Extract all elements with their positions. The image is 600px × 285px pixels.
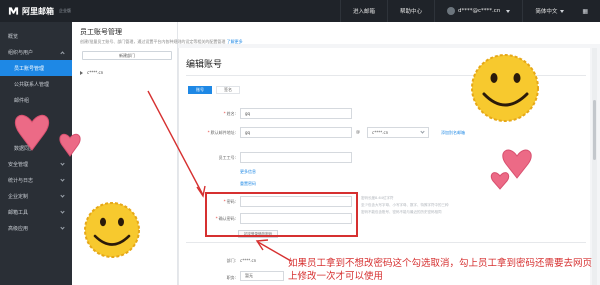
sidebar-item-label: 员工账号管理 xyxy=(14,65,45,72)
sidebar-item-mail-tools[interactable]: 邮箱工具 xyxy=(0,204,72,220)
sidebar-item-public-contacts[interactable]: 公共联系人管理 xyxy=(0,76,72,92)
chevron-down-icon xyxy=(60,192,65,198)
edit-account-card xyxy=(178,48,590,285)
email-local-input[interactable]: gq xyxy=(240,127,352,138)
annotation-highlight-box xyxy=(205,192,358,237)
sidebar-item-label: 概览 xyxy=(8,33,19,40)
divider xyxy=(186,75,586,76)
at-symbol: @ xyxy=(356,129,360,134)
email-domain-select[interactable]: c****.cn xyxy=(367,127,429,138)
page-title: 员工账号管理 xyxy=(80,28,122,36)
edit-account-title: 编辑账号 xyxy=(186,60,223,70)
password-hint-3: 密码不能包含账号、密码不能与最近的历史密码相同 xyxy=(361,210,442,214)
sidebar-item-org-users[interactable]: 组织与用户 xyxy=(0,44,72,60)
sidebar-item-data-sync[interactable]: 数据同步 xyxy=(0,140,72,156)
form-tabs: 账号 签名 xyxy=(188,86,240,94)
sidebar-item-label: 数据同步 xyxy=(14,145,35,152)
tab-signature[interactable]: 签名 xyxy=(216,86,240,94)
name-input[interactable]: gq xyxy=(240,108,352,119)
user-name: d****@c****.cn xyxy=(458,8,501,14)
chevron-up-icon xyxy=(60,50,65,56)
sidebar-item-advanced[interactable]: 高级应用 xyxy=(0,220,72,236)
help-center-link[interactable]: 帮助中心 xyxy=(387,0,434,22)
scrollbar-thumb[interactable] xyxy=(593,100,596,160)
password-hint-1: 密码长度8-64位字符 xyxy=(361,196,394,200)
enter-mailbox-link[interactable]: 进入邮箱 xyxy=(340,0,387,22)
language-label: 简体中文 xyxy=(535,9,558,15)
expand-icon[interactable] xyxy=(80,70,83,75)
language-select[interactable]: 简体中文 xyxy=(522,0,576,22)
sidebar-item-label: 高级应用 xyxy=(8,225,29,232)
department-label: 部门: xyxy=(226,258,236,263)
chevron-down-icon xyxy=(420,129,425,134)
department-tree-panel xyxy=(72,22,178,285)
divider xyxy=(186,242,586,243)
sidebar-item-employee-accounts[interactable]: 员工账号管理 xyxy=(0,60,72,76)
more-info-link[interactable]: 更多信息 xyxy=(240,169,256,175)
sidebar-item-customization[interactable]: 企业定制 xyxy=(0,188,72,204)
email-domain-value: c****.cn xyxy=(372,130,389,135)
chevron-down-icon xyxy=(560,9,565,13)
sidebar-item-mail-groups[interactable]: 邮件组 xyxy=(0,92,72,108)
chevron-down-icon xyxy=(60,208,65,214)
sidebar-item-overview[interactable]: 概览 xyxy=(0,28,72,44)
sidebar-item-label: 企业定制 xyxy=(8,193,29,200)
user-menu[interactable]: d****@c****.cn xyxy=(434,0,522,22)
scrollbar[interactable] xyxy=(592,48,597,285)
annotation-text: 如果员工拿到不想改密码这个勾选取消，勾上员工拿到密码还需要去网页上修改一次才可以… xyxy=(288,258,593,282)
title-input[interactable]: 暂无 xyxy=(240,271,284,281)
new-department-button[interactable]: 新建部门 xyxy=(82,51,172,60)
department-value: c****.cn xyxy=(240,258,257,263)
grid-icon[interactable]: ▦ xyxy=(576,8,594,15)
sidebar-item-label: 邮件组 xyxy=(14,97,30,104)
chevron-down-icon xyxy=(506,9,511,13)
sidebar: 概览 组织与用户 员工账号管理 公共联系人管理 邮件组 数据同步 安全管理 统计… xyxy=(0,22,72,285)
title-label: 职务: xyxy=(226,275,236,280)
add-alias-link[interactable]: 添加别名邮箱 xyxy=(441,130,465,136)
tab-account[interactable]: 账号 xyxy=(188,86,212,94)
employee-no-label: 员工工号: xyxy=(218,155,236,160)
logo[interactable]: 阿里邮箱 企业版 xyxy=(8,6,71,16)
password-hint-2: 至少包含大写字母、小写字母、数字、特殊字符中的三种 xyxy=(361,203,449,207)
logo-text: 阿里邮箱 xyxy=(22,6,54,16)
sidebar-item-label: 公共联系人管理 xyxy=(14,81,50,88)
email-label: *默认邮件地址: xyxy=(207,130,236,135)
sidebar-item-label: 统计与日志 xyxy=(8,177,34,184)
sidebar-item-label: 安全管理 xyxy=(8,161,29,168)
logo-subtitle: 企业版 xyxy=(59,8,71,13)
avatar xyxy=(447,7,456,15)
name-label: *姓名: xyxy=(223,111,236,116)
chevron-down-icon xyxy=(60,176,65,182)
chevron-down-icon xyxy=(60,224,65,230)
chevron-down-icon xyxy=(60,160,65,166)
sidebar-item-hidden-2[interactable] xyxy=(0,124,72,140)
reset-password-link[interactable]: 重置密码 xyxy=(240,181,256,187)
employee-no-input[interactable] xyxy=(240,152,352,163)
sidebar-item-security[interactable]: 安全管理 xyxy=(0,156,72,172)
sidebar-item-hidden-1[interactable] xyxy=(0,108,72,124)
tree-root-label: c****.cn xyxy=(87,70,104,75)
sidebar-item-label: 邮箱工具 xyxy=(8,209,29,216)
sidebar-item-label: 组织与用户 xyxy=(8,49,34,56)
logo-icon xyxy=(8,7,19,15)
tree-root-node[interactable]: c****.cn xyxy=(80,70,103,75)
top-bar: 阿里邮箱 企业版 进入邮箱 帮助中心 d****@c****.cn 简体中文 ▦ xyxy=(0,0,600,22)
sidebar-item-stats-logs[interactable]: 统计与日志 xyxy=(0,172,72,188)
